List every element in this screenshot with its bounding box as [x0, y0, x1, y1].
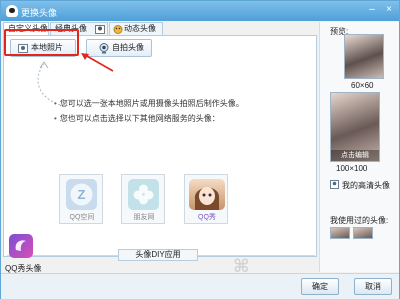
title-bar: 更换头像 – × — [1, 1, 399, 21]
qqshow-character-icon — [189, 179, 225, 210]
used-avatar-thumb[interactable] — [353, 227, 373, 239]
tab-diy-apps[interactable]: 头像DIY应用 — [118, 249, 198, 261]
svg-text:Z: Z — [78, 187, 86, 202]
preview-large-size: 100×100 — [336, 164, 368, 173]
window-title: 更换头像 — [21, 8, 58, 18]
hd-avatar-icon — [330, 180, 339, 189]
pengyou-label: 朋友网 — [133, 214, 155, 221]
qzone-label: QQ空间 — [69, 214, 95, 221]
tab-animated-avatar[interactable]: 动态头像 — [109, 22, 163, 36]
cancel-button[interactable]: 取消 — [354, 278, 392, 295]
pengyou-icon — [128, 179, 159, 210]
pengyou-tile[interactable]: 朋友网 — [121, 174, 165, 224]
ok-button[interactable]: 确定 — [301, 278, 339, 295]
hd-avatar-link[interactable]: 我的高清头像 — [342, 180, 390, 191]
used-avatars-label: 我使用过的头像: — [330, 216, 389, 225]
qqshow-service-label: QQ秀 — [198, 214, 216, 221]
qq-penguin-icon — [6, 5, 18, 17]
footer-bar: 确定 取消 — [1, 273, 399, 299]
qzone-tile[interactable]: Z QQ空间 — [59, 174, 103, 224]
hint-text-2: 您也可以点击选择以下其他网络服务的头像： — [54, 113, 220, 124]
change-avatar-window: 更换头像 – × 自定义头像 经典头像 动态头像 本地照片 自拍头像 • 您可以… — [0, 0, 400, 299]
highlight-box — [4, 29, 79, 56]
hint-text-1: 您可以选一张本地照片或用摄像头拍照后制作头像。 — [54, 98, 244, 109]
animated-avatar-icon — [113, 25, 123, 34]
red-arrow-icon — [81, 53, 114, 72]
custom-avatar-panel: 本地照片 自拍头像 您可以选一张本地照片或用摄像头拍照后制作头像。 您也可以点击… — [3, 35, 317, 261]
preview-sidebar: 预览: 60×60 点击编辑 100×100 我的高清头像 我使用过的头像: — [319, 22, 399, 272]
tab-label: 动态头像 — [124, 24, 156, 33]
classic-avatar-icon — [95, 25, 105, 34]
close-icon[interactable]: × — [382, 3, 396, 17]
preview-large-image[interactable]: 点击编辑 — [330, 92, 380, 162]
preview-small-size: 60×60 — [351, 81, 374, 90]
qqshow-avatar-icon[interactable] — [9, 234, 33, 258]
used-avatar-thumb[interactable] — [330, 227, 350, 239]
qqshow-tile[interactable]: QQ秀 — [184, 174, 228, 224]
qzone-icon: Z — [66, 179, 97, 210]
edit-overlay: 点击编辑 — [331, 150, 379, 161]
minimize-icon[interactable]: – — [365, 3, 379, 17]
preview-small-image — [344, 34, 384, 79]
